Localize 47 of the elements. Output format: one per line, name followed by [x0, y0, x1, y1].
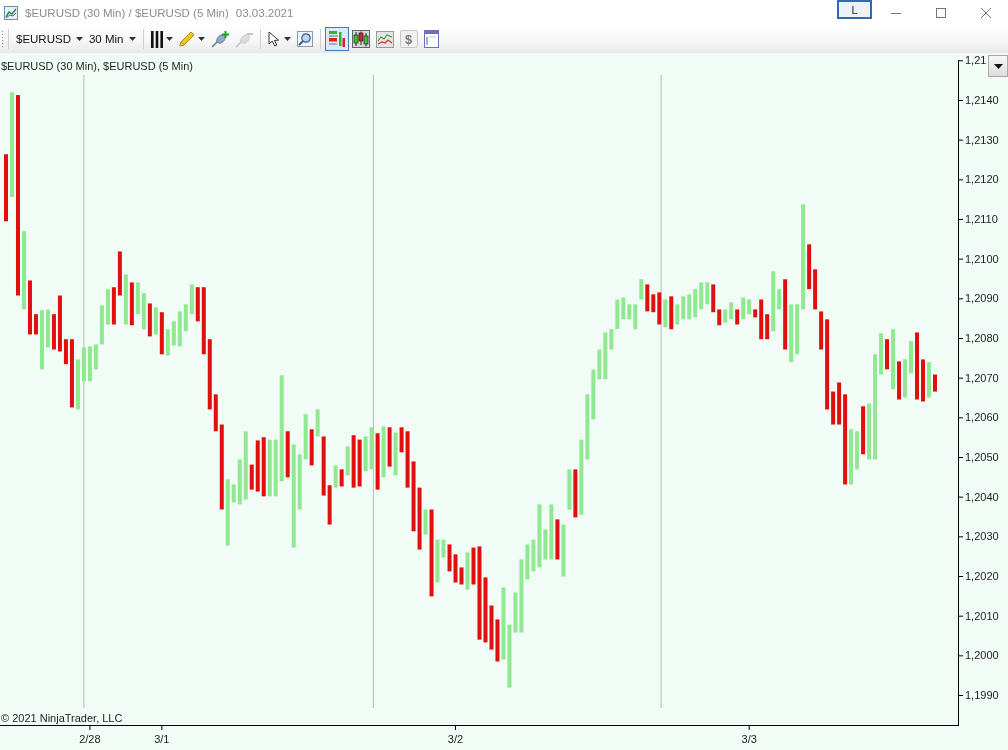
price-label: 1,2000	[965, 649, 999, 662]
series-legend: $EURUSD (30 Min), $EURUSD (5 Min)	[1, 60, 193, 72]
caret-icon	[128, 37, 136, 41]
axis-menu-button[interactable]	[988, 55, 1008, 77]
link-button[interactable]: L	[837, 0, 872, 19]
price-label: 1,2080	[965, 332, 999, 344]
line-chart-icon	[375, 30, 394, 48]
date-label: 3/1	[154, 733, 170, 745]
price-label: 1,1990	[965, 689, 999, 701]
price-label: 1,2030	[965, 530, 999, 543]
close-icon	[980, 7, 991, 18]
caret-icon	[75, 37, 83, 41]
magnifier-icon	[296, 31, 313, 47]
price-label: 1,2100	[965, 252, 999, 265]
price-label: 1,2010	[965, 609, 999, 622]
window-title: $EURUSD (30 Min) / $EURUSD (5 Min)	[25, 6, 229, 19]
price-label: 1,2120	[965, 173, 999, 186]
price-label: 1,2090	[965, 292, 999, 305]
date-label: 3/3	[741, 733, 757, 745]
price-label: 1,2060	[965, 411, 999, 424]
price-label: 1,2050	[965, 451, 999, 463]
bars-view-button[interactable]	[324, 27, 349, 51]
caret-icon	[993, 63, 1003, 69]
price-bars-icon	[327, 30, 346, 48]
maximize-icon	[935, 7, 946, 18]
window-icon	[423, 30, 439, 48]
copyright-text: © 2021 NinjaTrader, LLC	[1, 712, 123, 724]
price-label: 1,21	[965, 54, 987, 67]
instrument-dropdown[interactable]: $EURUSD	[13, 28, 86, 50]
cursor-icon	[267, 31, 281, 47]
price-label: 1,2070	[965, 371, 999, 384]
pencil-icon	[178, 31, 195, 47]
window-date: 03.03.2021	[235, 6, 294, 19]
pushpin-plus-icon	[210, 30, 229, 48]
price-label: 1,2020	[965, 570, 999, 582]
price-label: 1,2140	[965, 93, 999, 106]
date-label: 3/2	[447, 733, 464, 745]
grip-icon[interactable]	[1, 30, 4, 48]
candlestick-icon	[351, 30, 370, 48]
price-label: 1,2130	[965, 133, 999, 146]
date-label: 2/28	[79, 733, 101, 745]
chart-icon	[4, 5, 18, 20]
price-label: 1,2110	[965, 213, 998, 225]
bars-icon	[150, 30, 163, 48]
pushpin-minus-icon	[234, 30, 253, 48]
price-label: 1,2040	[965, 490, 999, 503]
interval-dropdown[interactable]: 30 Min	[85, 28, 139, 50]
